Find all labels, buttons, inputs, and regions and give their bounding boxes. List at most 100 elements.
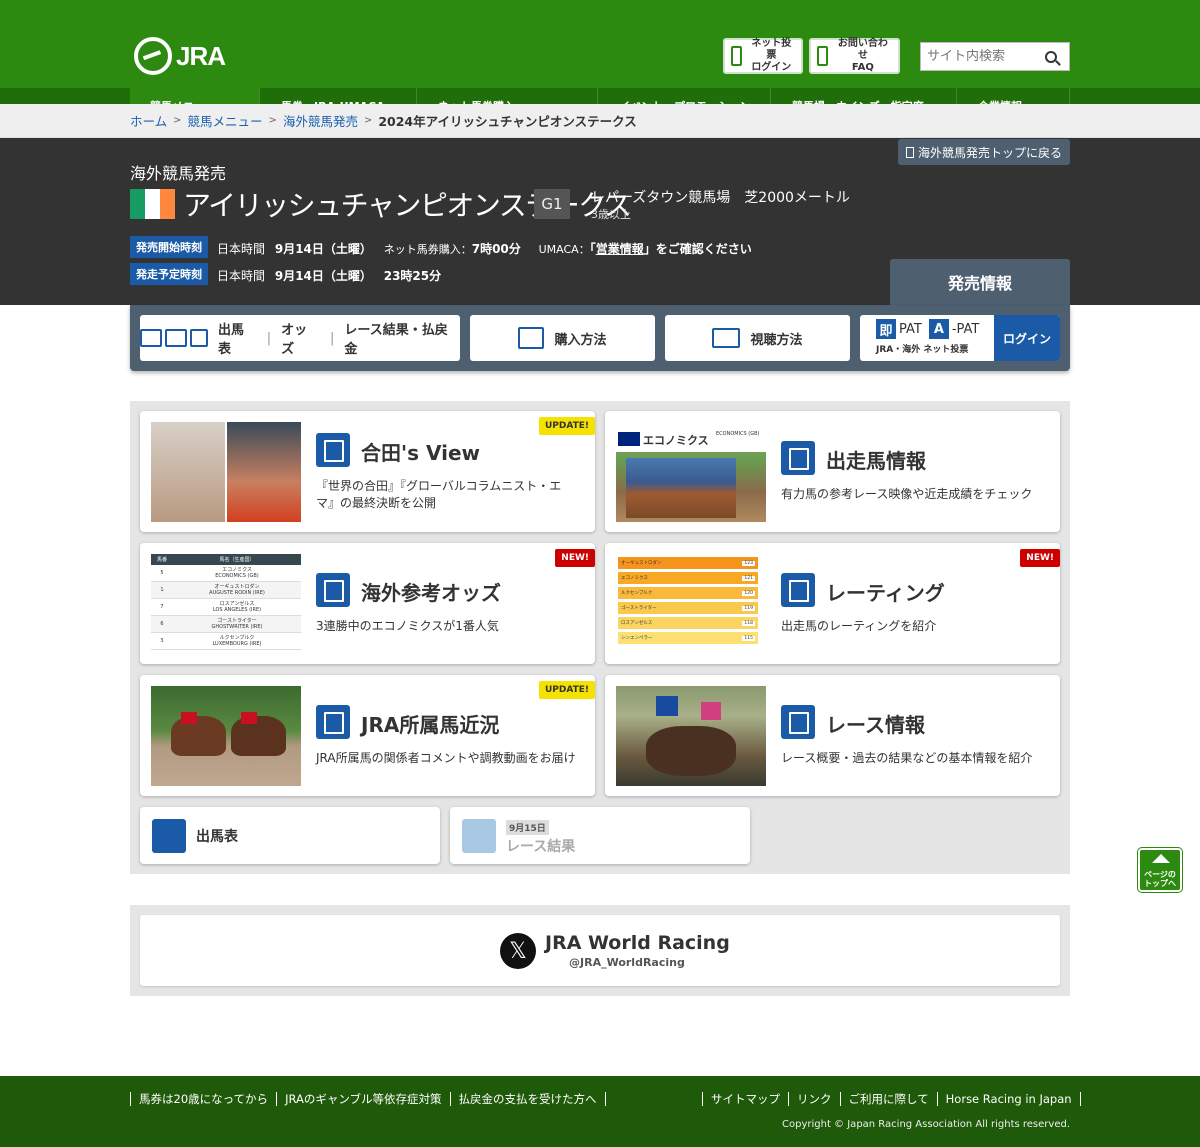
jra-logo[interactable]: JRA (134, 36, 234, 76)
card-title: レーティング (826, 581, 945, 605)
footer-link-terms[interactable]: ご利用に際して (839, 1092, 937, 1106)
race-venue: レパーズタウン競馬場 芝2000メートル (591, 190, 850, 206)
card-overseas-odds[interactable]: 馬番 馬名（生産国） 5 エコノミクス ECONOMICS (GB) 1 オーギュスト… (140, 543, 595, 664)
footer-link-gambling[interactable]: JRAのギャンブル等依存症対策 (276, 1092, 449, 1106)
nav-item-net-baken[interactable]: ネット馬券購入 (418, 88, 598, 104)
footer-link-payout[interactable]: 払戻金の支払を受けた方へ (449, 1092, 606, 1106)
result-label: レース結果 (506, 839, 576, 855)
soku-pat-icon: 即 (876, 319, 896, 339)
card-title: JRA所属馬近況 (361, 713, 500, 737)
breadcrumb-current: 2024年アイリッシュチャンピオンステークス (378, 114, 637, 129)
jra-horse-icon (316, 705, 350, 739)
tab-sale-info[interactable]: 発売情報 (890, 259, 1070, 305)
post-time-line: 日本時間 9月14日（土曜） 23時25分 (217, 269, 442, 283)
nav-item-baken[interactable]: 馬券・JRA-UMACA (261, 88, 417, 104)
start-time-label: 発売開始時刻 (130, 236, 208, 258)
site-footer (0, 1076, 1200, 1147)
race-info-icon (781, 705, 815, 739)
odds-row: 5 エコノミクス ECONOMICS (GB) (151, 565, 301, 582)
net-vote-login-button[interactable]: ネット投票 ログイン (723, 38, 803, 74)
site-search (920, 42, 1070, 71)
ireland-flag-icon (130, 189, 175, 219)
card-rating[interactable]: オーギュストロダン 123 エコノミクス 121 ルクセンブルク 120 ゴーストライター 1… (605, 543, 1060, 664)
update-badge: UPDATE! (538, 681, 595, 699)
card-desc: 有力馬の参考レース映像や近走成績をチェック (781, 487, 1033, 501)
footer-link-links[interactable]: リンク (788, 1092, 840, 1106)
rating-bar: エコノミクス 121 (618, 572, 758, 584)
card-desc: 出走馬のレーティングを紹介 (781, 619, 937, 633)
odds-icon (316, 573, 350, 607)
global-nav: 競馬メニュー 馬券・JRA-UMACA ネット馬券購入 イベント・プロモーション… (0, 88, 1200, 104)
phone-icon (731, 46, 742, 66)
column-icon (316, 433, 350, 467)
breadcrumb-keiba-menu[interactable]: 競馬メニュー (188, 111, 263, 130)
card-race-info[interactable]: レース情報 レース概要・過去の結果などの基本情報を紹介 (605, 675, 1060, 796)
devices-icon (518, 327, 545, 349)
emma-photo (227, 422, 301, 522)
nav-item-company[interactable]: 企業情報 (958, 88, 1070, 104)
card-desc: 『世界の合田』『グローバルコラムニスト・エマ』の最終決断を公開 (316, 479, 562, 510)
odds-row: 6 ゴーストライター GHOSTWRITER (IRE) (151, 616, 301, 633)
footer-left-links: 馬券は20歳になってから JRAのギャンブル等依存症対策 払戻金の支払を受けた方… (130, 1092, 606, 1106)
post-time-label: 発走予定時刻 (130, 263, 208, 285)
card-entries[interactable]: 出馬表 (140, 807, 440, 864)
nav-item-events[interactable]: イベント・プロモーション (599, 88, 771, 104)
pat-login-button[interactable]: 即 PAT A -PAT JRA・海外 ネット投票 ログイン (860, 315, 1060, 361)
start-date: 9月14日（土曜） (274, 242, 372, 256)
uk-flag-icon (618, 432, 640, 446)
back-to-overseas-top-button[interactable]: 海外競馬発売トップに戻る (898, 139, 1070, 165)
bar-chart-icon (781, 573, 815, 607)
breadcrumb-home[interactable]: ホーム (130, 111, 167, 130)
card-title: 海外参考オッズ (361, 581, 501, 605)
twitter-name: JRA World Racing (545, 932, 730, 954)
rating-bar: ロスアンゼルス 118 (618, 617, 758, 629)
new-badge: NEW! (1020, 549, 1060, 567)
new-badge: NEW! (555, 549, 595, 567)
card-desc: JRA所属馬の関係者コメントや調教動画をお届け (316, 751, 576, 765)
rating-bar: オーギュストロダン 123 (618, 557, 758, 569)
entries-label: 出馬表 (218, 323, 245, 357)
nav-item-racecourse[interactable]: 競馬場・ウインズ・指定席 (772, 88, 957, 104)
footer-link-sitemap[interactable]: サイトマップ (702, 1092, 788, 1106)
pat-sub: JRA・海外 ネット投票 (876, 345, 969, 355)
card-race-result-disabled: 9月15日 レース結果 (450, 807, 750, 864)
rating-bar: ルクセンブルク 120 (618, 587, 758, 599)
logo-text: JRA (176, 40, 226, 71)
odds-label: オッズ (281, 323, 308, 357)
update-badge: UPDATE! (538, 417, 595, 435)
grade-badge: G1 (534, 189, 570, 219)
how-to-watch-button[interactable]: 視聴方法 (665, 315, 850, 361)
goda-photo (151, 422, 225, 522)
card-desc: レース概要・過去の結果などの基本情報を紹介 (781, 751, 1033, 765)
entries-odds-results-button[interactable]: 出馬表 | オッズ | レース結果・払戻金 (140, 315, 460, 361)
business-info-link[interactable]: 営業情報 (596, 242, 644, 256)
card-entries-info[interactable]: エコノミクス ECONOMICS (GB) 出走馬情報 有力馬の参考レース映像や… (605, 411, 1060, 532)
document-icon (817, 46, 828, 66)
card-title: 合田's View (361, 441, 481, 465)
race-category: 海外競馬発売 (130, 164, 227, 183)
breadcrumb-overseas[interactable]: 海外競馬発売 (283, 111, 358, 130)
search-icon[interactable] (1045, 50, 1057, 63)
rating-bar: シンエンペラー 115 (618, 632, 758, 644)
results-icon (190, 329, 208, 347)
page-top-button[interactable]: ページの トップへ (1138, 848, 1182, 892)
card-jra-horses[interactable]: JRA所属馬近況 JRA所属馬の関係者コメントや調教動画をお届け UPDATE! (140, 675, 595, 796)
copyright: Copyright © Japan Racing Association All… (782, 1119, 1070, 1130)
nav-item-keiba-menu[interactable]: 競馬メニュー (130, 88, 260, 104)
contact-faq-button[interactable]: お問い合わせ FAQ (809, 38, 900, 74)
net-vote-login-label: ネット投票 ログイン (751, 38, 792, 73)
footer-link-age[interactable]: 馬券は20歳になってから (130, 1092, 276, 1106)
entries-label: 出馬表 (196, 829, 238, 845)
contact-faq-label: お問い合わせ FAQ (837, 38, 888, 73)
race-age: 3歳以上 (591, 208, 631, 221)
x-logo-icon: 𝕏 (500, 933, 536, 969)
card-goda-view[interactable]: 合田's View 『世界の合田』『グローバルコラムニスト・エマ』の最終決断を公… (140, 411, 595, 532)
horse-head-icon (152, 819, 186, 853)
search-input[interactable] (921, 49, 1041, 64)
back-label: 海外競馬発売トップに戻る (917, 145, 1062, 160)
login-label: ログイン (994, 315, 1060, 361)
how-to-buy-button[interactable]: 購入方法 (470, 315, 655, 361)
twitter-handle: @JRA_WorldRacing (569, 956, 685, 969)
footer-link-horse-racing-japan[interactable]: Horse Racing in Japan (936, 1092, 1081, 1106)
start-net-time: 7時00分 (471, 242, 521, 256)
